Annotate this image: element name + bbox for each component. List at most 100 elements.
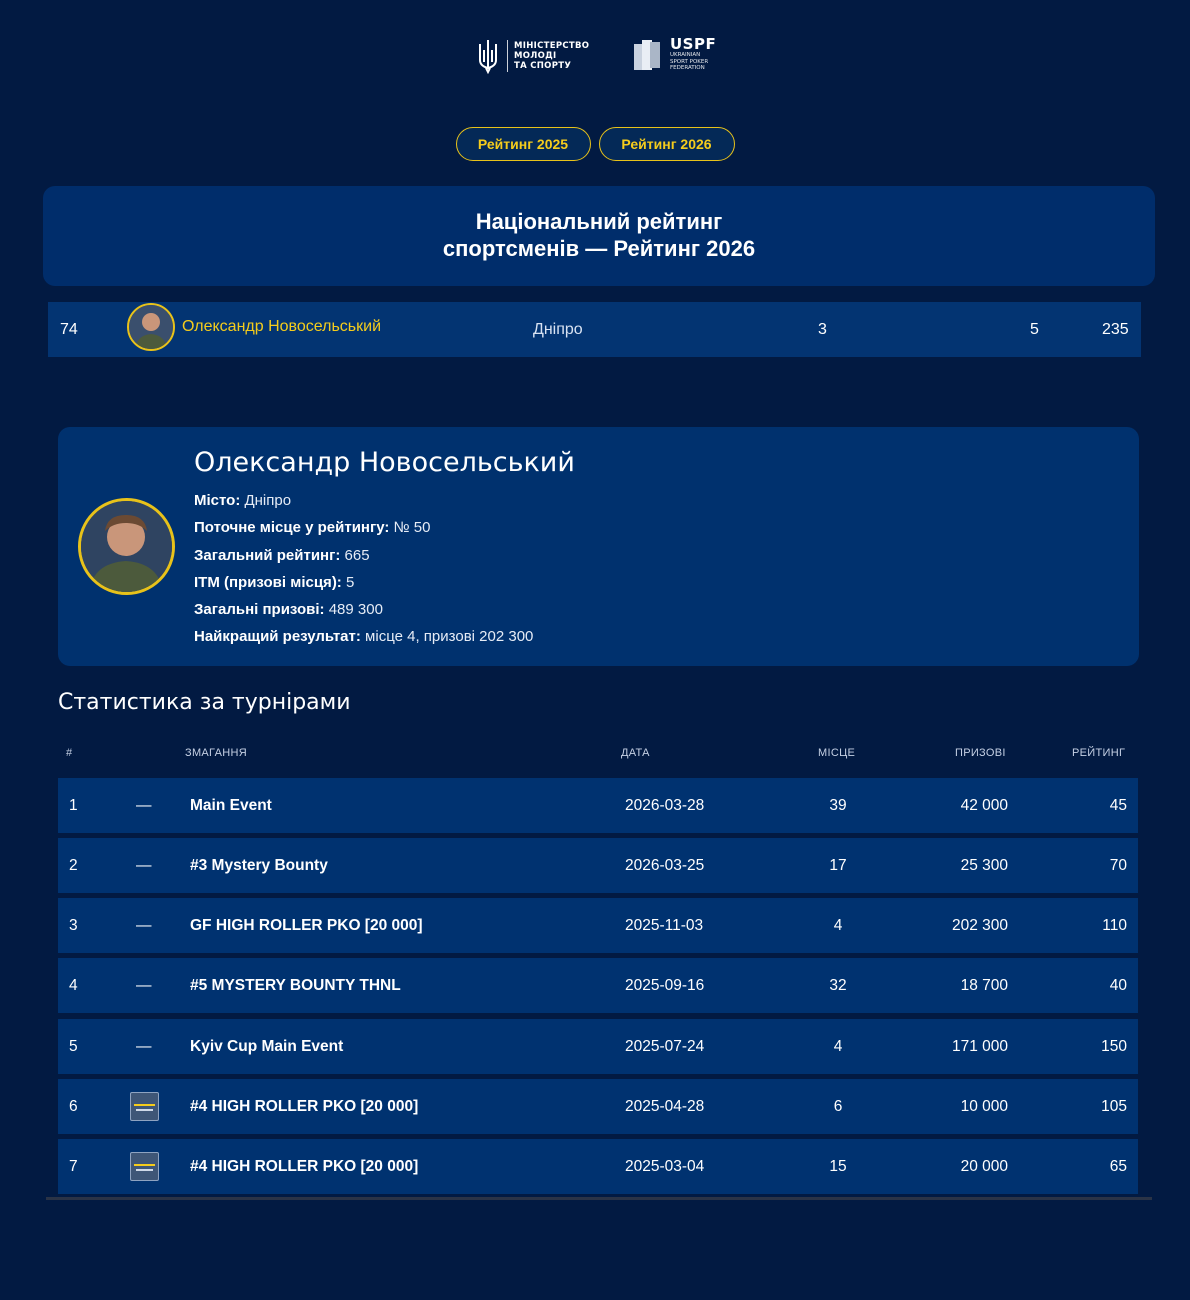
table-row[interactable]: 7 #4 HIGH ROLLER PKO [20 000] 2025-03-04… [58, 1139, 1138, 1194]
fact-label: ITM (призові місця): [194, 573, 342, 591]
row-date: 2025-11-03 [625, 917, 704, 934]
row-rating: 110 [1102, 917, 1127, 934]
ministry-line-2: МОЛОДІ [514, 51, 557, 61]
row-place: 4 [833, 1038, 843, 1055]
header-logos: МІНІСТЕРСТВО МОЛОДІ ТА СПОРТУ USPF UKRAI… [0, 36, 1190, 76]
row-place: 32 [829, 977, 847, 994]
row-rating: 70 [1109, 857, 1127, 874]
trident-icon [479, 40, 497, 74]
rating-2025-button[interactable]: Рейтинг 2025 [455, 127, 591, 161]
row-place: 4 [833, 917, 843, 934]
row-logo-placeholder: — [136, 917, 152, 934]
profile-facts: Місто: Дніпро Поточне місце у рейтингу: … [194, 487, 533, 651]
ministry-logo[interactable]: МІНІСТЕРСТВО МОЛОДІ ТА СПОРТУ [475, 38, 589, 74]
row-rating: 65 [1109, 1158, 1127, 1175]
row-rating: 150 [1101, 1038, 1127, 1055]
uspf-text: USPF UKRAINIAN SPORT POKER FEDERATION [666, 36, 716, 72]
fact-value: 665 [344, 546, 370, 564]
year-tabs: Рейтинг 2025 Рейтинг 2026 [0, 127, 1190, 161]
avatar [127, 303, 175, 351]
row-prize: 202 300 [951, 917, 1008, 934]
row-event: #5 MYSTERY BOUNTY THNL [190, 977, 401, 994]
profile-avatar [78, 498, 175, 595]
row-event: #3 Mystery Bounty [190, 857, 328, 874]
row-num: 6 [69, 1098, 78, 1115]
fact-label: Загальний рейтинг: [194, 546, 341, 564]
profile-name: Олександр Новосельський [194, 447, 575, 478]
fact-value: Дніпро [244, 492, 292, 509]
row-event: #4 HIGH ROLLER PKO [20 000] [190, 1098, 419, 1115]
horizontal-scrollbar[interactable] [46, 1197, 1152, 1200]
rank-value-1: 3 [818, 321, 827, 338]
stats-title: Статистика за турнірами [58, 690, 351, 715]
col-prize: ПРИЗОВІ [955, 747, 1006, 759]
athlete-profile-card: Олександр Новосельський Місто: Дніпро По… [58, 427, 1139, 666]
uspf-line-3: FEDERATION [670, 65, 705, 71]
fact-value: 5 [345, 573, 355, 591]
row-event: Kyiv Cup Main Event [190, 1038, 344, 1055]
row-num: 5 [69, 1038, 78, 1055]
row-place: 6 [833, 1098, 843, 1115]
row-place: 39 [829, 797, 847, 814]
col-event: ЗМАГАННЯ [185, 747, 247, 759]
row-prize: 171 000 [951, 1038, 1008, 1055]
fact-value: № 50 [393, 519, 431, 537]
row-date: 2025-09-16 [625, 977, 705, 994]
rank-value-2: 5 [1030, 321, 1039, 338]
person-icon [81, 501, 172, 592]
fact-value: 489 300 [328, 601, 383, 619]
row-num: 4 [69, 977, 78, 994]
rank-value-3: 235 [1102, 321, 1129, 338]
cards-icon [634, 40, 660, 70]
logo-divider [507, 40, 508, 72]
fact-itm: ITM (призові місця): 5 [194, 569, 533, 596]
rank-position: 74 [60, 321, 78, 338]
row-event: GF HIGH ROLLER PKO [20 000] [190, 917, 423, 934]
col-place: МІСЦЕ [818, 747, 856, 759]
row-date: 2025-07-24 [625, 1038, 705, 1055]
row-num: 2 [69, 857, 78, 874]
row-rating: 105 [1101, 1098, 1127, 1115]
row-prize: 10 000 [960, 1098, 1008, 1115]
uspf-title: USPF [670, 35, 717, 53]
fact-current-place: Поточне місце у рейтингу: № 50 [194, 514, 533, 541]
row-date: 2026-03-28 [625, 797, 705, 814]
row-num: 7 [69, 1158, 78, 1175]
table-row[interactable]: 4 — #5 MYSTERY BOUNTY THNL 2025-09-16 32… [58, 958, 1138, 1013]
row-place: 17 [829, 857, 847, 874]
table-row[interactable]: 1 — Main Event 2026-03-28 39 42 000 45 [58, 778, 1138, 833]
athlete-city: Дніпро [533, 321, 583, 338]
uspf-logo[interactable]: USPF UKRAINIAN SPORT POKER FEDERATION [632, 36, 716, 74]
fact-best-result: Найкращий результат: місце 4, призові 20… [194, 623, 533, 650]
fact-label: Місто: [194, 492, 241, 509]
person-icon [129, 305, 173, 349]
stats-table-header: # ЗМАГАННЯ ДАТА МІСЦЕ ПРИЗОВІ РЕЙТИНГ [58, 747, 1139, 765]
row-event: Main Event [190, 797, 272, 814]
row-rating: 40 [1109, 977, 1127, 994]
fact-city: Місто: Дніпро [194, 487, 533, 514]
row-prize: 42 000 [960, 797, 1008, 814]
row-place: 15 [829, 1158, 847, 1175]
row-prize: 18 700 [960, 977, 1008, 994]
table-row[interactable]: 2 — #3 Mystery Bounty 2026-03-25 17 25 3… [58, 838, 1138, 893]
rating-2026-button[interactable]: Рейтинг 2026 [598, 127, 735, 161]
tournament-logo-icon [130, 1152, 159, 1181]
table-row[interactable]: 6 #4 HIGH ROLLER PKO [20 000] 2025-04-28… [58, 1079, 1138, 1134]
ranking-row[interactable]: 74 Олександр Новосельський Дніпро 3 5 23… [48, 302, 1141, 357]
page-title-banner: Національний рейтинг спортсменів — Рейти… [43, 186, 1155, 286]
page-title-line-2: спортсменів — Рейтинг 2026 [442, 236, 756, 261]
col-date: ДАТА [621, 747, 650, 759]
athlete-name-link[interactable]: Олександр Новосельський [182, 299, 381, 354]
row-logo-placeholder: — [136, 857, 152, 874]
row-rating: 45 [1109, 797, 1127, 814]
ministry-line-3: ТА СПОРТУ [514, 61, 572, 71]
row-logo-placeholder: — [136, 1038, 152, 1055]
table-row[interactable]: 3 — GF HIGH ROLLER PKO [20 000] 2025-11-… [58, 898, 1138, 953]
fact-total-rating: Загальний рейтинг: 665 [194, 542, 533, 569]
page-title-line-1: Національний рейтинг [475, 209, 723, 234]
row-date: 2025-03-04 [625, 1158, 705, 1175]
table-row[interactable]: 5 — Kyiv Cup Main Event 2025-07-24 4 171… [58, 1019, 1138, 1074]
row-num: 1 [69, 797, 78, 814]
fact-label: Загальні призові: [194, 601, 325, 619]
fact-label: Найкращий результат: [194, 628, 361, 646]
